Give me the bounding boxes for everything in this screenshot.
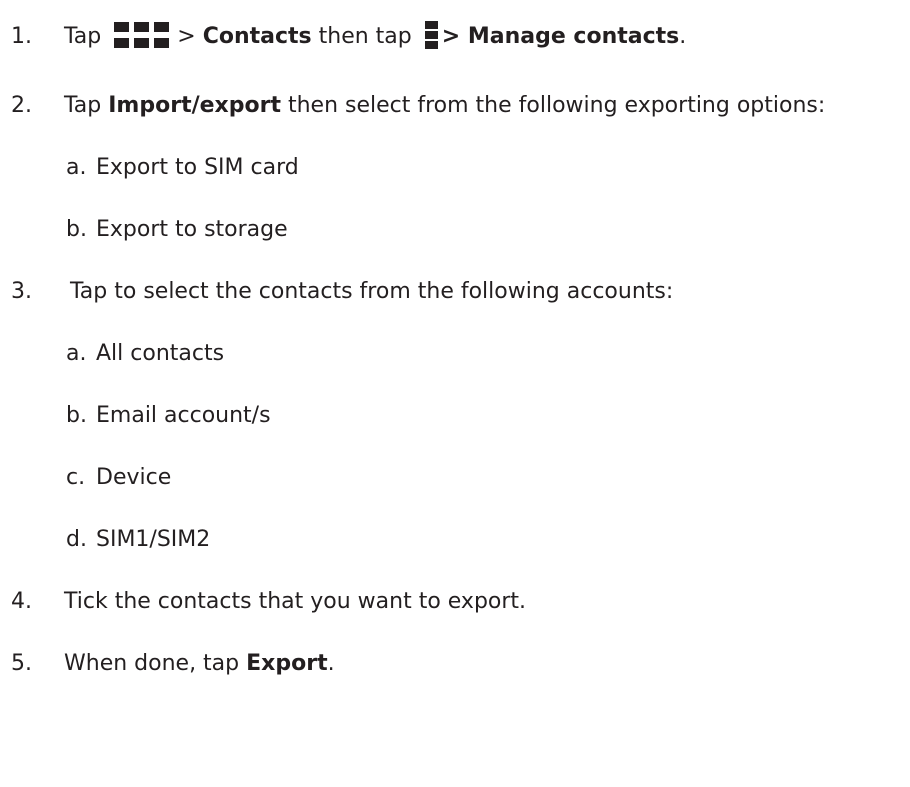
step-text: Tick the contacts that you want to expor…: [64, 589, 527, 614]
option-text: SIM1/SIM2: [96, 527, 211, 552]
separator: >: [177, 24, 196, 49]
step-number: 5.: [11, 651, 32, 676]
option-text: Email account/s: [96, 403, 271, 428]
step-number: 4.: [11, 589, 32, 614]
option-letter: b.: [66, 217, 87, 242]
manage-contacts-label: > Manage contacts: [441, 24, 680, 49]
step-text: When done, tap Export.: [64, 649, 335, 679]
then-tap-text: then tap: [318, 24, 412, 49]
option-text: Device: [96, 465, 172, 490]
period: .: [327, 651, 335, 676]
step-text: Tap Import/export then select from the f…: [64, 91, 825, 121]
step-text: Tap > Contacts then tap > Manage contact…: [64, 21, 687, 52]
option-text: Export to storage: [96, 217, 288, 242]
period: .: [679, 24, 687, 49]
step-number: 1.: [11, 24, 32, 49]
option-text: All contacts: [96, 341, 225, 366]
step-number: 2.: [11, 93, 32, 118]
step-rest-text: then select from the following exporting…: [287, 93, 826, 118]
option-letter: a.: [66, 341, 87, 366]
step-number: 3.: [11, 279, 32, 304]
contacts-label: Contacts: [202, 24, 312, 49]
export-label: Export: [246, 651, 328, 676]
import-export-label: Import/export: [108, 93, 281, 118]
option-letter: d.: [66, 527, 87, 552]
overflow-menu-icon: [424, 21, 438, 49]
when-done-text: When done, tap: [64, 651, 240, 676]
option-letter: b.: [66, 403, 87, 428]
tap-word: Tap: [64, 24, 102, 49]
option-letter: a.: [66, 155, 87, 180]
option-text: Export to SIM card: [96, 155, 299, 180]
option-letter: c.: [66, 465, 86, 490]
step-text: Tap to select the contacts from the foll…: [70, 279, 674, 304]
tap-word: Tap: [64, 93, 102, 118]
apps-grid-icon: [114, 22, 170, 48]
